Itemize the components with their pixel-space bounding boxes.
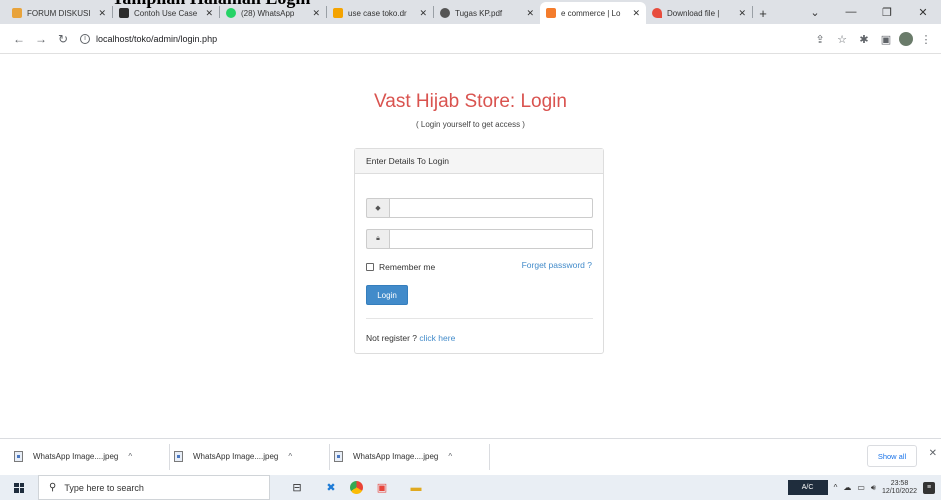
tab-title: use case toko.dr (348, 8, 407, 18)
tab-title: Download file | (667, 8, 720, 18)
system-tray: A/C ^ ☁ ▭ 🔊︎ 23:58 12/10/2022 ≡ (787, 475, 941, 500)
tab-close-icon[interactable]: ✕ (205, 8, 213, 19)
chevron-up-icon[interactable]: ^ (834, 483, 838, 492)
page-title: Vast Hijab Store: Login (374, 91, 567, 112)
panel-heading: Enter Details To Login (355, 149, 603, 174)
chevron-up-icon[interactable]: ^ (128, 452, 132, 461)
tab-close-icon[interactable]: ✕ (632, 8, 640, 19)
tab-favicon-icon (652, 8, 662, 18)
clock-time: 23:58 (890, 479, 909, 487)
download-item[interactable]: WhatsApp Image....jpeg ^ (170, 443, 330, 470)
reload-icon[interactable]: ↻ (52, 28, 74, 50)
image-file-icon (174, 451, 183, 462)
address-url: localhost/toko/admin/login.php (96, 33, 218, 44)
menu-kebab-icon[interactable]: ⋮ (917, 28, 935, 50)
download-item[interactable]: WhatsApp Image....jpeg ^ (330, 443, 490, 470)
side-panel-icon[interactable]: ▣ (877, 28, 895, 50)
download-filename: WhatsApp Image....jpeg (353, 452, 439, 461)
remember-me[interactable]: Remember me (366, 262, 435, 272)
tab-title: (28) WhatsApp (241, 8, 295, 18)
file-explorer-icon[interactable]: ▬ (401, 475, 431, 500)
tab-title: Tugas KP.pdf (455, 8, 503, 18)
bookmark-star-icon[interactable]: ☆ (833, 28, 851, 50)
forgot-password-link[interactable]: Forget password ? (522, 260, 592, 270)
register-line: Not register ? click here (366, 333, 455, 343)
lock-icon: 🔒︎ (366, 229, 389, 249)
taskbar-apps: ⊟ ✖ ▣ ▬ (282, 475, 431, 500)
back-arrow-icon[interactable]: ← (8, 28, 30, 50)
close-icon[interactable]: ✕ (929, 448, 937, 459)
tag-icon: ◆ (366, 198, 389, 218)
document-heading: Tampilan Halaman Login (0, 0, 941, 8)
tab-title: Contoh Use Case (134, 8, 198, 18)
toolbar-actions: ⇪ ☆ ✱ ▣ ⋮ (811, 28, 935, 50)
address-bar[interactable]: i localhost/toko/admin/login.php (80, 30, 840, 48)
cloud-icon[interactable]: ☁ (843, 483, 851, 492)
download-shelf: WhatsApp Image....jpeg ^ WhatsApp Image.… (0, 438, 941, 474)
tab-favicon-icon (333, 8, 343, 18)
start-button[interactable] (0, 475, 38, 500)
app-icon[interactable]: ▣ (367, 475, 397, 500)
login-panel: Enter Details To Login ◆ 🔒︎ Remember me … (354, 148, 604, 354)
vscode-icon[interactable]: ✖ (316, 475, 346, 500)
search-placeholder: Type here to search (64, 482, 144, 493)
remember-label: Remember me (379, 262, 436, 272)
username-input[interactable] (389, 198, 593, 218)
download-filename: WhatsApp Image....jpeg (33, 452, 119, 461)
volume-icon[interactable]: 🔊︎ (871, 483, 876, 493)
panel-divider (366, 318, 593, 319)
register-text: Not register ? (366, 333, 420, 343)
clock-date: 12/10/2022 (881, 487, 917, 495)
password-group: 🔒︎ (366, 229, 593, 249)
page-subtitle: ( Login yourself to get access ) (416, 120, 525, 129)
clock[interactable]: 23:58 12/10/2022 (882, 480, 917, 496)
chevron-up-icon[interactable]: ^ (448, 452, 452, 461)
chevron-up-icon[interactable]: ^ (288, 452, 292, 461)
tab-close-icon[interactable]: ✕ (738, 8, 746, 19)
notification-icon[interactable]: ≡ (923, 481, 935, 494)
search-icon: ⚲ (49, 482, 57, 493)
remember-checkbox[interactable] (366, 263, 374, 271)
tab-close-icon[interactable]: ✕ (419, 8, 427, 19)
windows-logo-icon (14, 482, 24, 493)
tab-close-icon[interactable]: ✕ (312, 8, 320, 19)
download-item[interactable]: WhatsApp Image....jpeg ^ (10, 443, 170, 470)
tab-favicon-icon (119, 8, 129, 18)
show-all-button[interactable]: Show all (867, 445, 917, 467)
battery-icon[interactable]: ▭ (857, 483, 865, 492)
chrome-icon[interactable] (350, 481, 363, 494)
task-view-icon[interactable]: ⊟ (282, 475, 312, 500)
tab-close-icon[interactable]: ✕ (98, 8, 106, 19)
image-file-icon (334, 451, 343, 462)
download-filename: WhatsApp Image....jpeg (193, 452, 279, 461)
taskbar-search[interactable]: ⚲ Type here to search (38, 475, 270, 500)
password-input[interactable] (389, 229, 593, 249)
document-heading-text: Tampilan Halaman Login (112, 0, 310, 8)
share-icon[interactable]: ⇪ (811, 28, 829, 50)
page-content: Vast Hijab Store: Login ( Login yourself… (0, 55, 941, 435)
tab-favicon-icon (546, 8, 556, 18)
image-file-icon (14, 451, 23, 462)
forward-arrow-icon[interactable]: → (30, 28, 52, 50)
tab-close-icon[interactable]: ✕ (526, 8, 534, 19)
register-link[interactable]: click here (419, 333, 455, 343)
tab-title: e commerce | Lo (561, 8, 621, 18)
browser-toolbar: ← → ↻ i localhost/toko/admin/login.php ⇪… (0, 24, 941, 54)
login-button[interactable]: Login (366, 285, 408, 305)
extensions-icon[interactable]: ✱ (855, 28, 873, 50)
ac-indicator[interactable]: A/C (787, 480, 828, 495)
tab-title: FORUM DISKUSI (27, 8, 91, 18)
tab-favicon-icon (440, 8, 450, 18)
username-group: ◆ (366, 198, 593, 218)
site-info-icon[interactable]: i (80, 33, 90, 44)
profile-avatar[interactable] (899, 32, 913, 46)
tab-favicon-icon (226, 8, 236, 18)
tab-favicon-icon (12, 8, 22, 18)
